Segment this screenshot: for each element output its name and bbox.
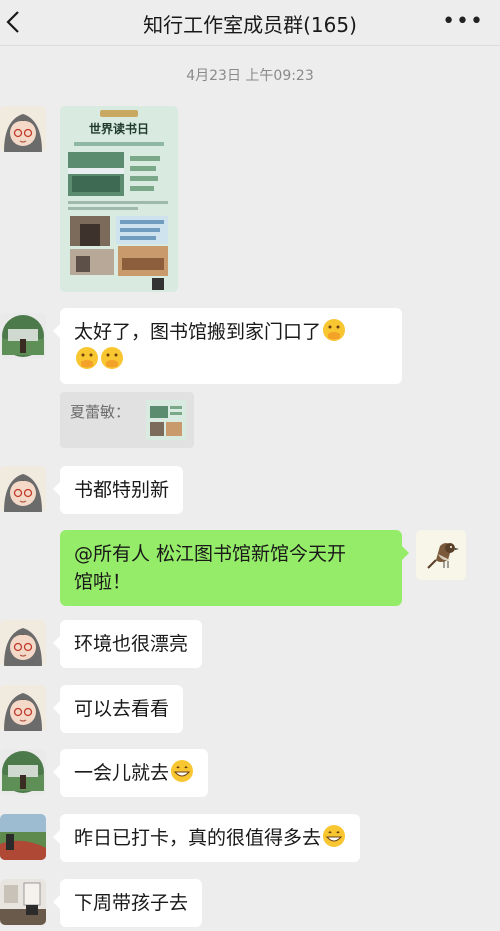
my-message-bubble[interactable]: @所有人 松江图书馆新馆今天开 馆啦！ <box>60 530 409 606</box>
message-text: 下周带孩子去 <box>74 892 189 914</box>
avatar[interactable] <box>0 106 46 152</box>
message-text: @所有人 松江图书馆新馆今天开 <box>74 543 347 565</box>
message-text: 书都特别新 <box>74 479 170 501</box>
avatar[interactable] <box>0 685 46 731</box>
message-text: 昨日已打卡，真的很值得多去 <box>74 827 322 849</box>
message-bubble[interactable]: 可以去看看 <box>52 685 184 733</box>
message-timestamp: 4月23日 上午09:23 <box>186 68 314 84</box>
chat-title: 知行工作室成员群(165) <box>143 13 357 37</box>
avatar[interactable] <box>0 313 46 359</box>
quoted-sender-label: 夏蕾敏： <box>70 403 131 421</box>
avatar[interactable] <box>0 814 46 860</box>
chat-header: 知行工作室成员群(165) ••• <box>0 0 500 46</box>
message-bubble[interactable]: 太好了，图书馆搬到家门口了 <box>53 308 402 384</box>
avatar[interactable] <box>0 879 46 925</box>
more-dots-icon[interactable]: ••• <box>442 9 484 34</box>
message-bubble[interactable]: 一会儿就去 <box>52 749 209 797</box>
message-bubble[interactable]: 书都特别新 <box>52 466 184 514</box>
avatar[interactable] <box>0 466 46 512</box>
message-text: 环境也很漂亮 <box>74 633 189 655</box>
message-bubble[interactable]: 下周带孩子去 <box>52 879 203 927</box>
face-with-hand-over-mouth-emoji-icon <box>323 319 346 341</box>
avatar[interactable] <box>0 620 46 666</box>
grinning-face-emoji-icon <box>171 760 194 782</box>
grinning-face-emoji-icon <box>323 825 346 847</box>
message-text: 可以去看看 <box>74 698 170 720</box>
message-bubble[interactable]: 环境也很漂亮 <box>52 620 203 668</box>
message-bubble[interactable]: 昨日已打卡，真的很值得多去 <box>52 814 361 862</box>
face-with-hand-over-mouth-emoji-icon <box>76 347 98 369</box>
avatar[interactable] <box>0 749 46 795</box>
message-text-line2: 馆啦！ <box>74 571 132 593</box>
quoted-image-thumbnail <box>146 400 186 440</box>
face-with-hand-over-mouth-emoji-icon <box>101 347 123 369</box>
poster-title: 世界读书日 <box>88 122 149 136</box>
message-text: 一会儿就去 <box>74 762 170 784</box>
my-avatar[interactable] <box>416 530 466 580</box>
world-book-day-poster-image[interactable]: 世界读书日 <box>60 106 178 292</box>
message-text: 太好了，图书馆搬到家门口了 <box>74 321 322 343</box>
quoted-message[interactable]: 夏蕾敏： <box>60 392 194 448</box>
